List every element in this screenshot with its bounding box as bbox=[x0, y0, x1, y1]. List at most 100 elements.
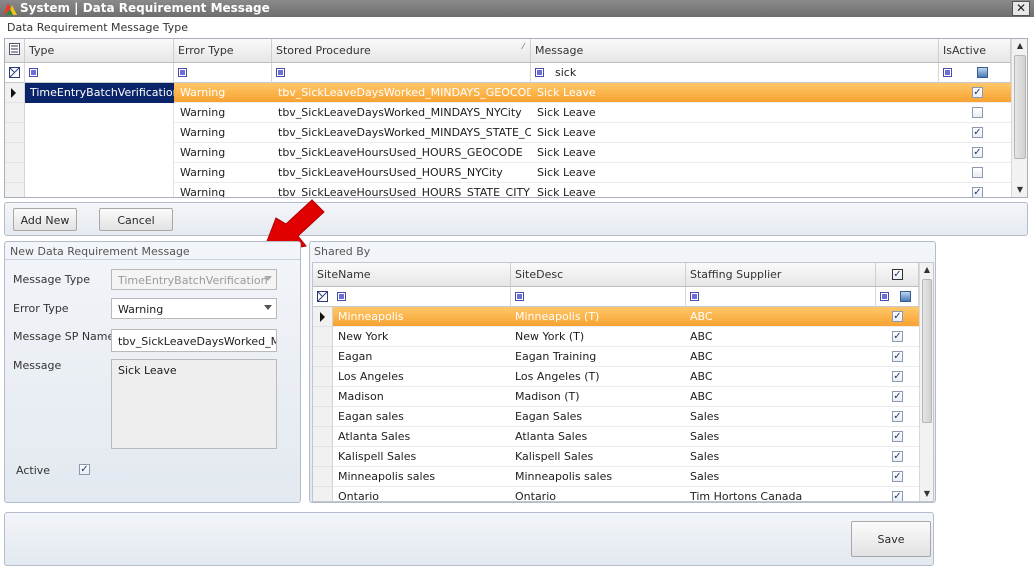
site-checkbox[interactable]: ✓ bbox=[892, 471, 903, 482]
shared-by-scrollbar[interactable]: ▲ ▼ bbox=[919, 263, 933, 501]
is-active-checkbox[interactable] bbox=[972, 107, 983, 118]
filter-operator-icon[interactable] bbox=[337, 292, 346, 301]
filter-site-desc[interactable] bbox=[511, 287, 686, 307]
site-checkbox[interactable]: ✓ bbox=[892, 491, 903, 501]
header-site-name[interactable]: SiteName bbox=[313, 263, 511, 287]
cell-stored-procedure[interactable]: tbv_SickLeaveHoursUsed_HOURS_GEOCODE bbox=[272, 143, 531, 163]
table-row[interactable]: Atlanta Sales Atlanta Sales Sales ✓ bbox=[313, 427, 919, 447]
row-indicator[interactable] bbox=[313, 387, 333, 407]
filter-operator-icon[interactable] bbox=[690, 292, 699, 301]
cell-checked[interactable]: ✓ bbox=[876, 387, 919, 407]
header-message[interactable]: Message bbox=[531, 39, 939, 63]
scroll-down-icon[interactable]: ▼ bbox=[920, 487, 933, 501]
cell-checked[interactable]: ✓ bbox=[876, 427, 919, 447]
is-active-checkbox[interactable]: ✓ bbox=[972, 147, 983, 158]
scroll-thumb[interactable] bbox=[922, 279, 932, 423]
scroll-up-icon[interactable]: ▲ bbox=[920, 263, 933, 277]
site-checkbox[interactable]: ✓ bbox=[892, 411, 903, 422]
header-type[interactable]: Type bbox=[25, 39, 174, 63]
table-row[interactable]: Eagan sales Eagan Sales Sales ✓ bbox=[313, 407, 919, 427]
row-indicator[interactable] bbox=[5, 183, 25, 197]
filter-operator-icon[interactable] bbox=[535, 68, 544, 77]
cell-error-type[interactable]: Warning bbox=[174, 83, 272, 103]
filter-checkbox-icon[interactable] bbox=[977, 67, 988, 78]
filter-staffing-supplier[interactable] bbox=[686, 287, 876, 307]
cell-stored-procedure[interactable]: tbv_SickLeaveDaysWorked_MINDAYS_STATE_CI… bbox=[272, 123, 531, 143]
message-textarea[interactable]: Sick Leave bbox=[111, 359, 277, 449]
select-all-checkbox[interactable]: ✓ bbox=[892, 269, 903, 280]
row-indicator[interactable] bbox=[313, 347, 333, 367]
cell-checked[interactable]: ✓ bbox=[876, 307, 919, 327]
row-indicator[interactable] bbox=[313, 467, 333, 487]
row-indicator[interactable] bbox=[5, 163, 25, 183]
table-row[interactable]: Eagan Eagan Training ABC ✓ bbox=[313, 347, 919, 367]
row-indicator[interactable] bbox=[313, 447, 333, 467]
row-indicator[interactable] bbox=[5, 83, 25, 103]
is-active-checkbox[interactable]: ✓ bbox=[972, 187, 983, 197]
cell-error-type[interactable]: Warning bbox=[174, 103, 272, 123]
row-indicator[interactable] bbox=[313, 427, 333, 447]
header-site-desc[interactable]: SiteDesc bbox=[511, 263, 686, 287]
filter-checked[interactable] bbox=[876, 287, 919, 307]
cell-error-type[interactable]: Warning bbox=[174, 163, 272, 183]
add-new-button[interactable]: Add New bbox=[13, 208, 77, 231]
row-indicator[interactable] bbox=[313, 407, 333, 427]
row-indicator[interactable] bbox=[313, 327, 333, 347]
filter-operator-icon[interactable] bbox=[178, 68, 187, 77]
cell-checked[interactable]: ✓ bbox=[876, 467, 919, 487]
cell-message[interactable]: Sick Leave bbox=[531, 183, 939, 197]
filter-operator-icon[interactable] bbox=[880, 292, 889, 301]
cell-message[interactable]: Sick Leave bbox=[531, 143, 939, 163]
column-chooser-icon[interactable] bbox=[5, 39, 25, 63]
table-row[interactable]: Minneapolis sales Minneapolis sales Sales ✓ bbox=[313, 467, 919, 487]
row-indicator[interactable] bbox=[5, 143, 25, 163]
message-type-dropdown[interactable]: TimeEntryBatchVerification bbox=[111, 269, 277, 290]
cell-stored-procedure[interactable]: tbv_SickLeaveDaysWorked_MINDAYS_GEOCODE bbox=[272, 83, 531, 103]
error-type-dropdown[interactable]: Warning bbox=[111, 298, 277, 319]
cell-message[interactable]: Sick Leave bbox=[531, 163, 939, 183]
cell-message[interactable]: Sick Leave bbox=[531, 103, 939, 123]
cell-stored-procedure[interactable]: tbv_SickLeaveHoursUsed_HOURS_NYCity bbox=[272, 163, 531, 183]
row-indicator[interactable] bbox=[313, 487, 333, 501]
cell-message[interactable]: Sick Leave bbox=[531, 83, 939, 103]
filter-is-active[interactable] bbox=[939, 63, 1011, 83]
close-button[interactable]: ✕ bbox=[1012, 1, 1030, 16]
cell-checked[interactable]: ✓ bbox=[876, 347, 919, 367]
cell-is-active[interactable]: ✓ bbox=[939, 83, 1011, 103]
cell-checked[interactable]: ✓ bbox=[876, 447, 919, 467]
cell-error-type[interactable]: Warning bbox=[174, 143, 272, 163]
header-staffing-supplier[interactable]: Staffing Supplier bbox=[686, 263, 876, 287]
filter-operator-icon[interactable] bbox=[515, 292, 524, 301]
header-select-all[interactable]: ✓ bbox=[876, 263, 919, 287]
row-indicator[interactable] bbox=[313, 367, 333, 387]
filter-error-type[interactable] bbox=[174, 63, 272, 83]
scroll-thumb[interactable] bbox=[1014, 55, 1026, 159]
header-stored-procedure[interactable]: Stored Procedure ⁄ bbox=[272, 39, 531, 63]
table-row[interactable]: Ontario Ontario Tim Hortons Canada ✓ bbox=[313, 487, 919, 501]
table-row[interactable]: Los Angeles Los Angeles (T) ABC ✓ bbox=[313, 367, 919, 387]
site-checkbox[interactable]: ✓ bbox=[892, 451, 903, 462]
cell-error-type[interactable]: Warning bbox=[174, 123, 272, 143]
cell-checked[interactable]: ✓ bbox=[876, 487, 919, 501]
filter-site-name[interactable] bbox=[313, 287, 511, 307]
filter-stored-procedure[interactable] bbox=[272, 63, 531, 83]
filter-operator-icon[interactable] bbox=[29, 68, 38, 77]
is-active-checkbox[interactable]: ✓ bbox=[972, 87, 983, 98]
top-grid-scrollbar[interactable]: ▲ ▼ bbox=[1011, 39, 1027, 197]
is-active-checkbox[interactable] bbox=[972, 167, 983, 178]
filter-checkbox-icon[interactable] bbox=[900, 291, 911, 302]
filter-operator-icon[interactable] bbox=[276, 68, 285, 77]
row-indicator[interactable] bbox=[313, 307, 333, 327]
site-checkbox[interactable]: ✓ bbox=[892, 331, 903, 342]
cell-checked[interactable]: ✓ bbox=[876, 407, 919, 427]
scroll-down-icon[interactable]: ▼ bbox=[1012, 183, 1027, 197]
filter-operator-icon[interactable] bbox=[943, 68, 952, 77]
clear-filter-icon[interactable] bbox=[317, 291, 328, 302]
cell-checked[interactable]: ✓ bbox=[876, 327, 919, 347]
save-button[interactable]: Save bbox=[851, 521, 931, 557]
cell-checked[interactable]: ✓ bbox=[876, 367, 919, 387]
cell-is-active[interactable] bbox=[939, 103, 1011, 123]
filter-message[interactable]: sick bbox=[531, 63, 939, 83]
row-indicator[interactable] bbox=[5, 123, 25, 143]
table-row[interactable]: Kalispell Sales Kalispell Sales Sales ✓ bbox=[313, 447, 919, 467]
